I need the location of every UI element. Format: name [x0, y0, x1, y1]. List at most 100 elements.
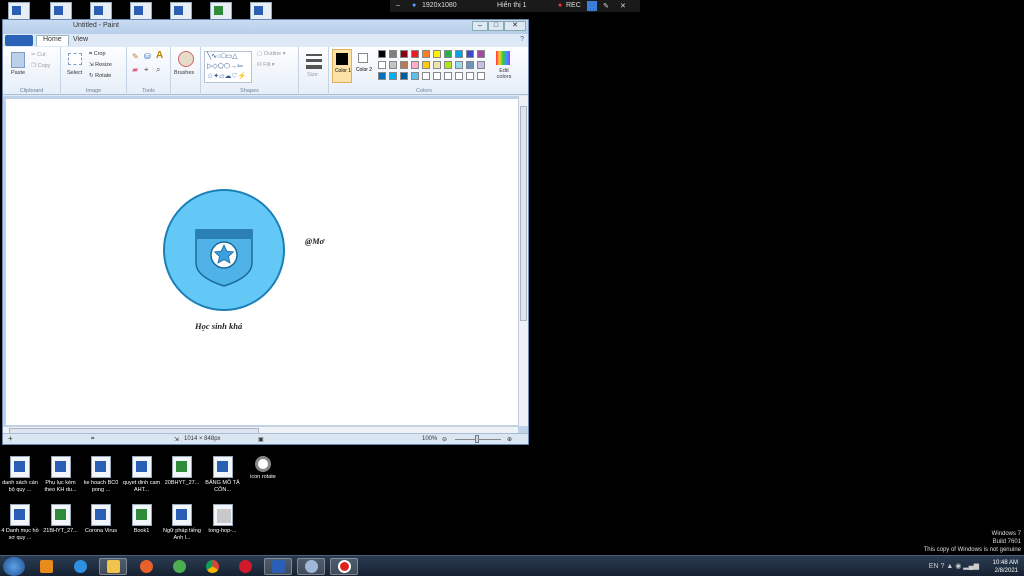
desktop-file-icon[interactable]: quyet dinh cam AHT...: [122, 456, 162, 494]
desktop-file-icon[interactable]: 21BHYT_27...: [41, 504, 81, 535]
zoom-slider-thumb[interactable]: [475, 435, 479, 443]
microphone-icon[interactable]: ●: [412, 2, 416, 9]
palette-swatch[interactable]: [477, 72, 485, 80]
desktop-file-icon[interactable]: Corona Virus: [81, 504, 121, 535]
palette-swatch[interactable]: [411, 50, 419, 58]
palette-swatch[interactable]: [400, 61, 408, 69]
title-bar[interactable]: Untitled - Paint – □ ✕: [3, 20, 528, 34]
fill-button[interactable]: ⛁ Fill ▾: [257, 62, 274, 68]
palette-swatch[interactable]: [444, 61, 452, 69]
language-indicator[interactable]: EN: [929, 563, 939, 570]
rotate-button[interactable]: ↻ Rotate: [89, 73, 111, 79]
fill-icon[interactable]: ⛁: [144, 52, 151, 61]
maximize-button[interactable]: □: [488, 21, 504, 31]
paint-menu-button[interactable]: [5, 35, 33, 46]
word-file-icon[interactable]: [130, 2, 152, 20]
rec-button[interactable]: REC: [566, 2, 581, 9]
close-button[interactable]: ✕: [504, 21, 526, 31]
edit-colors-button[interactable]: Edit colors: [493, 68, 515, 80]
palette-swatch[interactable]: [389, 72, 397, 80]
taskbar-media-player[interactable]: [32, 558, 60, 575]
signal-icon[interactable]: ▂▄▆: [963, 563, 979, 570]
tab-view[interactable]: View: [67, 36, 94, 47]
word-file-icon[interactable]: [250, 2, 272, 20]
help-icon[interactable]: ?: [520, 36, 524, 43]
drawing-canvas[interactable]: @Mơ Học sinh khá: [6, 99, 518, 425]
palette-swatch[interactable]: [444, 50, 452, 58]
tab-home[interactable]: Home: [36, 35, 69, 46]
palette-swatch[interactable]: [433, 50, 441, 58]
desktop-file-icon[interactable]: Ngữ pháp tiếng Anh l...: [162, 504, 202, 542]
edit-colors-icon[interactable]: [496, 51, 510, 65]
taskbar-explorer[interactable]: [99, 558, 127, 575]
brush-icon[interactable]: [178, 51, 194, 67]
taskbar-ie[interactable]: [66, 558, 94, 575]
taskbar-firefox[interactable]: [132, 558, 160, 575]
palette-swatch[interactable]: [466, 50, 474, 58]
volume-icon[interactable]: ◉: [955, 563, 961, 570]
color-picker-icon[interactable]: ⌖: [144, 65, 149, 75]
palette-swatch[interactable]: [466, 72, 474, 80]
palette-swatch[interactable]: [444, 72, 452, 80]
vertical-scroll-thumb[interactable]: [520, 106, 527, 321]
desktop-file-icon[interactable]: danh sách cán bộ quy ...: [0, 456, 40, 494]
word-file-icon[interactable]: [170, 2, 192, 20]
palette-swatch[interactable]: [400, 50, 408, 58]
palette-swatch[interactable]: [422, 61, 430, 69]
palette-swatch[interactable]: [433, 61, 441, 69]
shapes-gallery[interactable]: ╲∿○□▭△ ▷◇⬠⬡→⇦ ☆✦▱☁♡⚡: [204, 51, 252, 83]
minimize-icon[interactable]: –: [396, 2, 400, 9]
network-icon[interactable]: ▲: [946, 563, 953, 570]
desktop-file-icon[interactable]: Book1: [122, 504, 162, 535]
display-selector[interactable]: Hiển thị 1: [497, 2, 527, 9]
help-icon[interactable]: ?: [940, 563, 944, 570]
palette-swatch[interactable]: [400, 72, 408, 80]
palette-swatch[interactable]: [389, 50, 397, 58]
word-file-icon[interactable]: [90, 2, 112, 20]
size-button[interactable]: Size: [307, 72, 318, 78]
palette-swatch[interactable]: [411, 72, 419, 80]
palette-swatch[interactable]: [378, 61, 386, 69]
palette-swatch[interactable]: [455, 50, 463, 58]
taskbar-recorder[interactable]: [330, 558, 358, 575]
zoom-out-button[interactable]: ⊖: [442, 436, 447, 443]
select-icon[interactable]: [68, 53, 82, 65]
taskbar-chrome[interactable]: [198, 558, 226, 575]
camera-icon[interactable]: [587, 1, 597, 11]
clock[interactable]: 10:48 AM 2/8/2021: [993, 559, 1018, 575]
close-icon[interactable]: ✕: [620, 2, 626, 10]
paste-button[interactable]: Paste: [11, 70, 25, 76]
taskbar-word[interactable]: [264, 558, 292, 575]
taskbar-coccoc[interactable]: [165, 558, 193, 575]
brushes-button[interactable]: Brushes: [174, 70, 194, 76]
word-file-icon[interactable]: [8, 2, 30, 20]
cut-button[interactable]: ✂ Cut: [31, 52, 46, 58]
start-button[interactable]: [3, 557, 25, 576]
text-icon[interactable]: A: [156, 50, 163, 61]
taskbar-opera[interactable]: [231, 558, 259, 575]
palette-swatch[interactable]: [422, 72, 430, 80]
palette-swatch[interactable]: [378, 50, 386, 58]
vertical-scrollbar[interactable]: [518, 96, 528, 426]
desktop-file-icon[interactable]: tong-hop-...: [203, 504, 243, 535]
paste-icon[interactable]: [11, 52, 25, 68]
outline-button[interactable]: ▢ Outline ▾: [257, 51, 285, 57]
desktop-file-icon[interactable]: 4 Danh mục hồ sơ quy ...: [0, 504, 40, 542]
word-file-icon[interactable]: [50, 2, 72, 20]
pencil-icon[interactable]: ✎: [132, 52, 139, 61]
desktop-file-icon[interactable]: icon rotate: [243, 456, 283, 481]
crop-button[interactable]: ⌗ Crop: [89, 51, 106, 58]
pen-icon[interactable]: ✎: [603, 2, 609, 10]
color1-button[interactable]: Color 1: [332, 49, 352, 83]
palette-swatch[interactable]: [433, 72, 441, 80]
desktop-file-icon[interactable]: ke hoach BC0 pong ...: [81, 456, 121, 494]
desktop-file-icon[interactable]: 20BHYT_27...: [162, 456, 202, 487]
excel-file-icon[interactable]: [210, 2, 232, 20]
size-line-icon[interactable]: [306, 54, 322, 56]
minimize-button[interactable]: –: [472, 21, 488, 31]
palette-swatch[interactable]: [455, 72, 463, 80]
select-button[interactable]: Select: [67, 70, 82, 76]
palette-swatch[interactable]: [389, 61, 397, 69]
color2-button[interactable]: Color 2: [354, 49, 374, 83]
desktop-file-icon[interactable]: Phụ lục kèm theo KH du...: [41, 456, 81, 494]
